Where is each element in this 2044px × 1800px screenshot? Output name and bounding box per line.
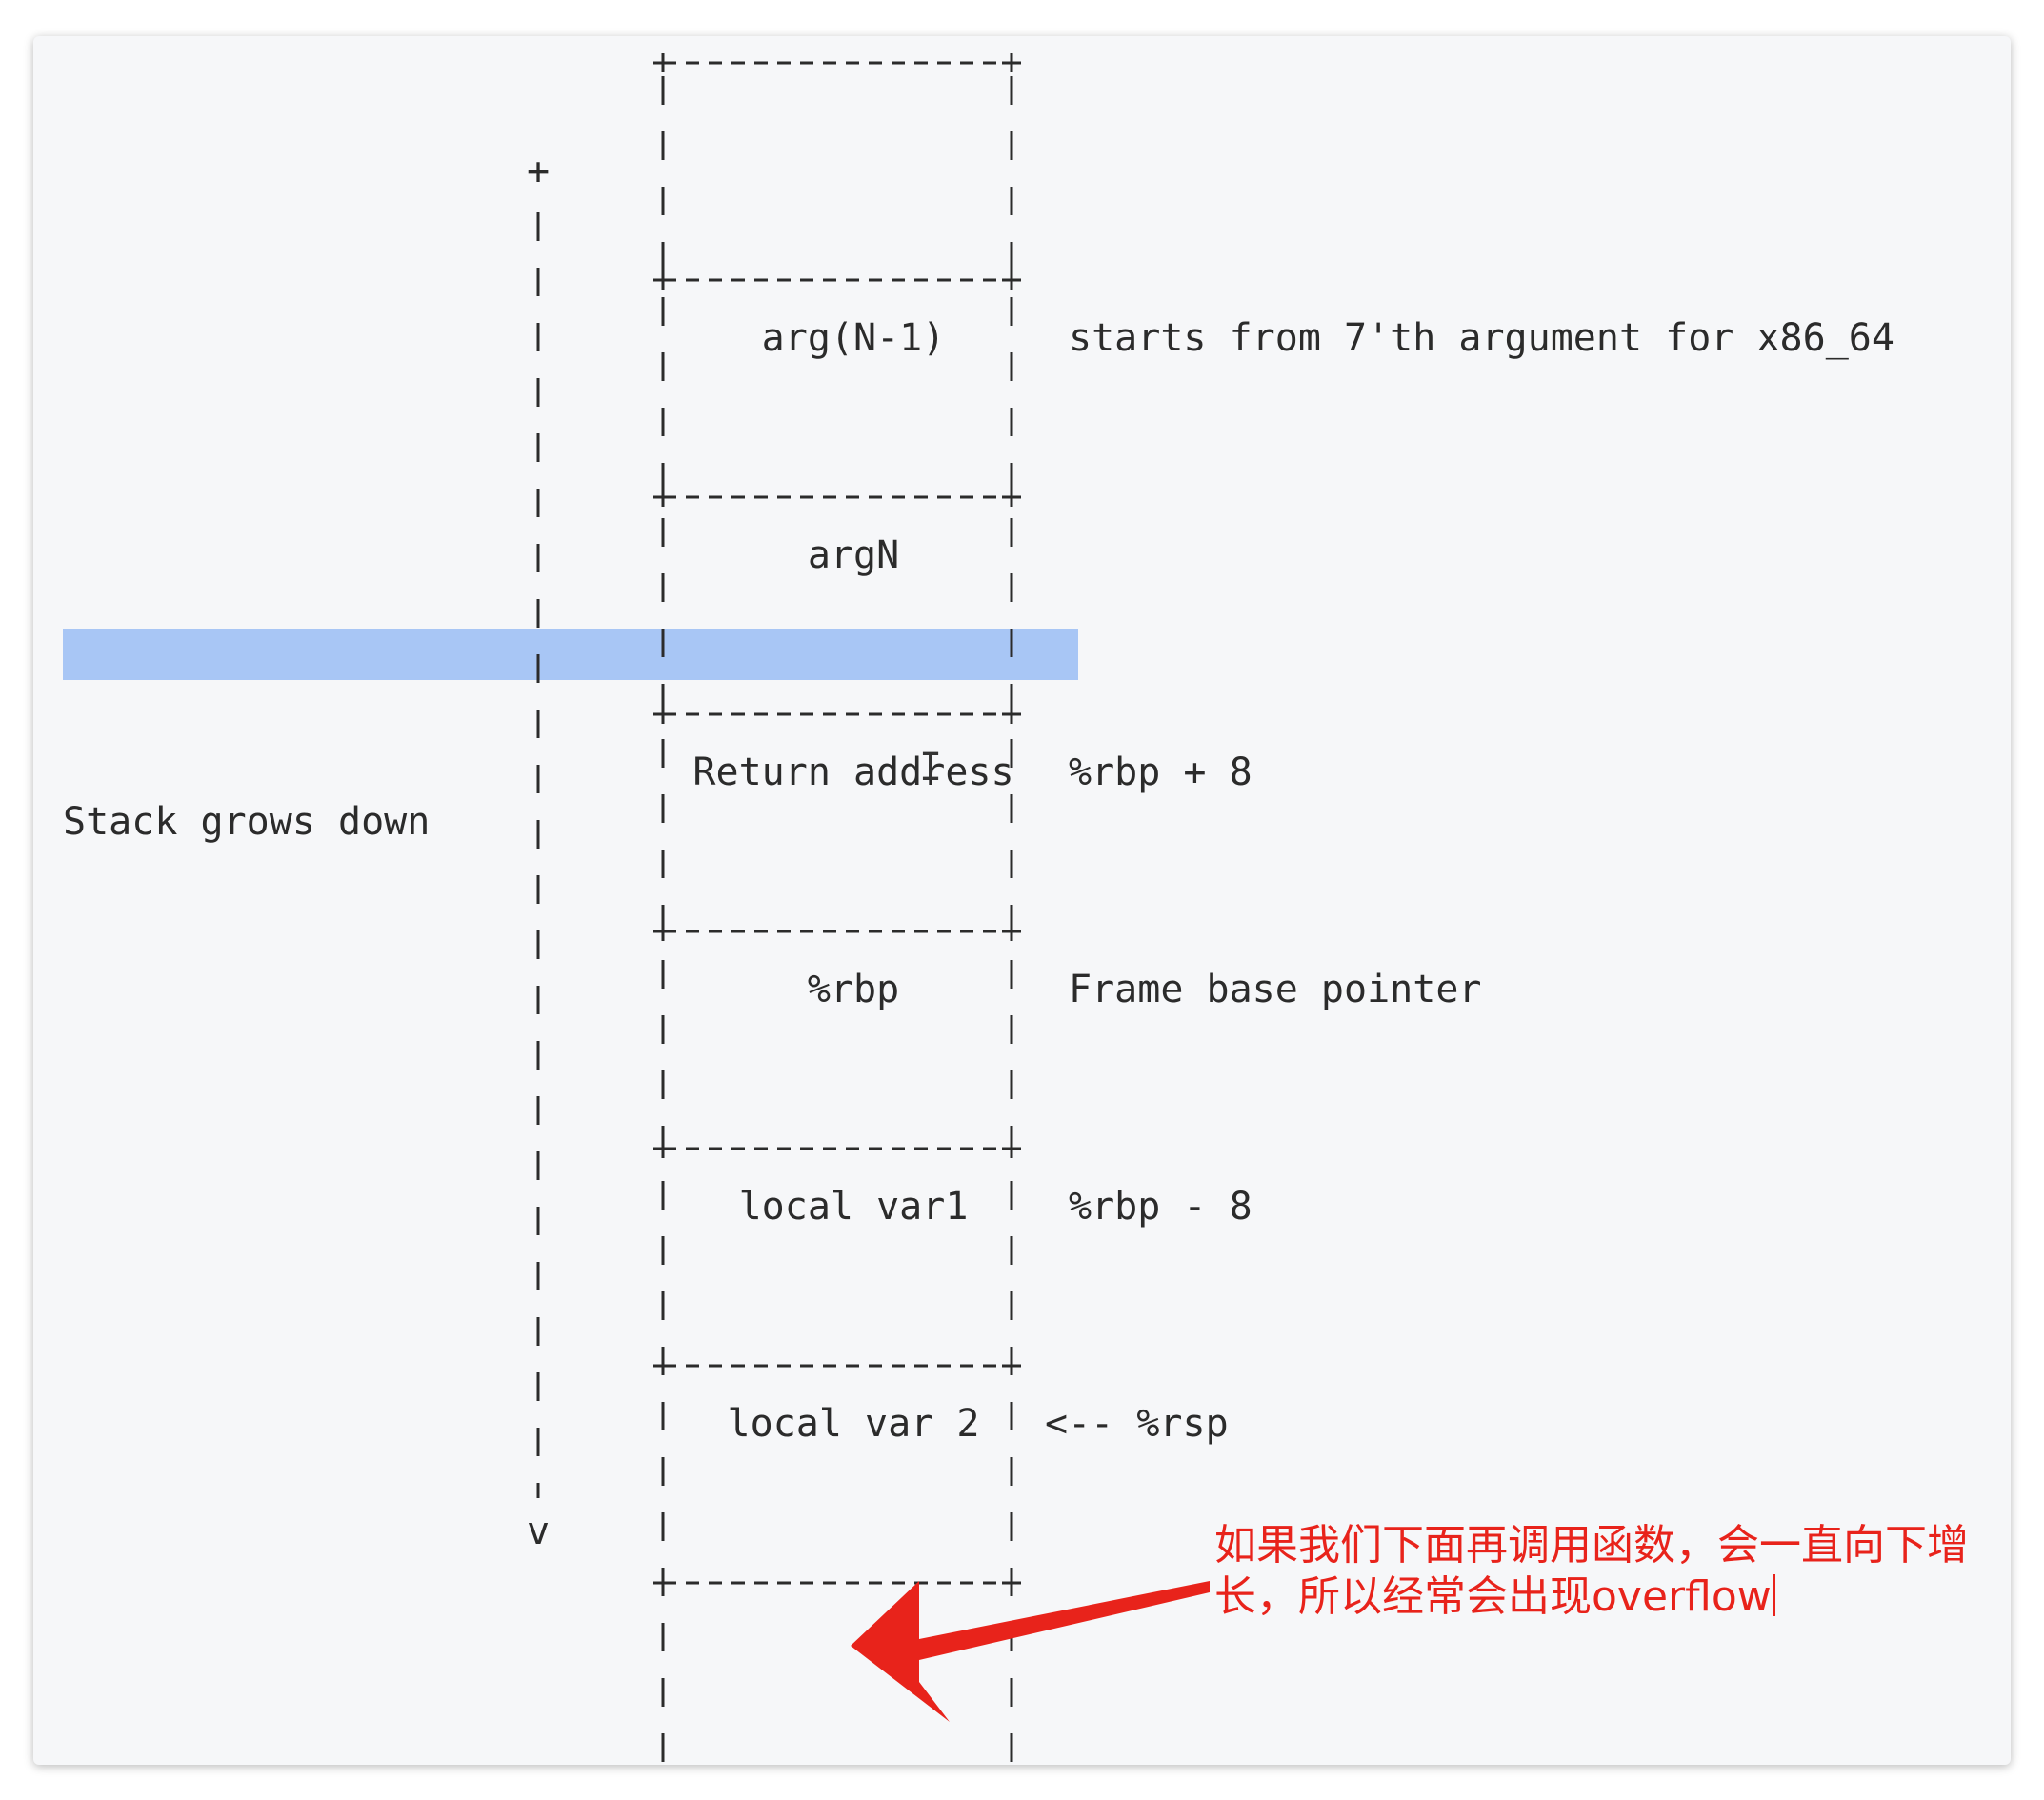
cell-label-rbp: %rbp bbox=[807, 968, 900, 1011]
annotation-return-address: %rbp + 8 bbox=[1069, 750, 1252, 794]
annotation-local-var-2: <-- %rsp bbox=[1045, 1402, 1229, 1446]
overflow-arrow bbox=[851, 1581, 1210, 1722]
annotation-local-var1: %rbp - 8 bbox=[1069, 1185, 1252, 1229]
overflow-note-text: 如果我们下面再调用函数，会一直向下增长，所以经常会出现overflow bbox=[1214, 1521, 1969, 1621]
cell-label-arg-n-minus-1: arg(N-1) bbox=[761, 316, 946, 360]
annotation-rbp: Frame base pointer bbox=[1069, 968, 1482, 1011]
cell-label-arg-n: argN bbox=[807, 533, 900, 577]
overflow-note: 如果我们下面再调用函数，会一直向下增长，所以经常会出现overflow bbox=[1214, 1520, 2011, 1623]
annotation-arg-n-minus-1: starts from 7'th argument for x86_64 bbox=[1069, 316, 1894, 360]
cell-label-local-var1: local var1 bbox=[738, 1185, 969, 1229]
text-cursor-icon: I bbox=[919, 746, 943, 790]
arrow-shaft bbox=[919, 1581, 1210, 1660]
diagram-canvas: + v Stack grows down arg(N-1) argN Retur… bbox=[33, 36, 2011, 1765]
stack-frame-diagram bbox=[536, 53, 1210, 1765]
growth-top-marker: + bbox=[526, 150, 551, 193]
growth-label: Stack grows down bbox=[63, 800, 431, 844]
cell-label-return-address: Return address bbox=[692, 750, 1014, 794]
growth-bottom-marker: v bbox=[526, 1510, 551, 1553]
ascii-borders bbox=[536, 53, 1021, 1765]
cell-label-local-var-2: local var 2 bbox=[727, 1402, 980, 1446]
text-caret-icon bbox=[1773, 1574, 1775, 1616]
